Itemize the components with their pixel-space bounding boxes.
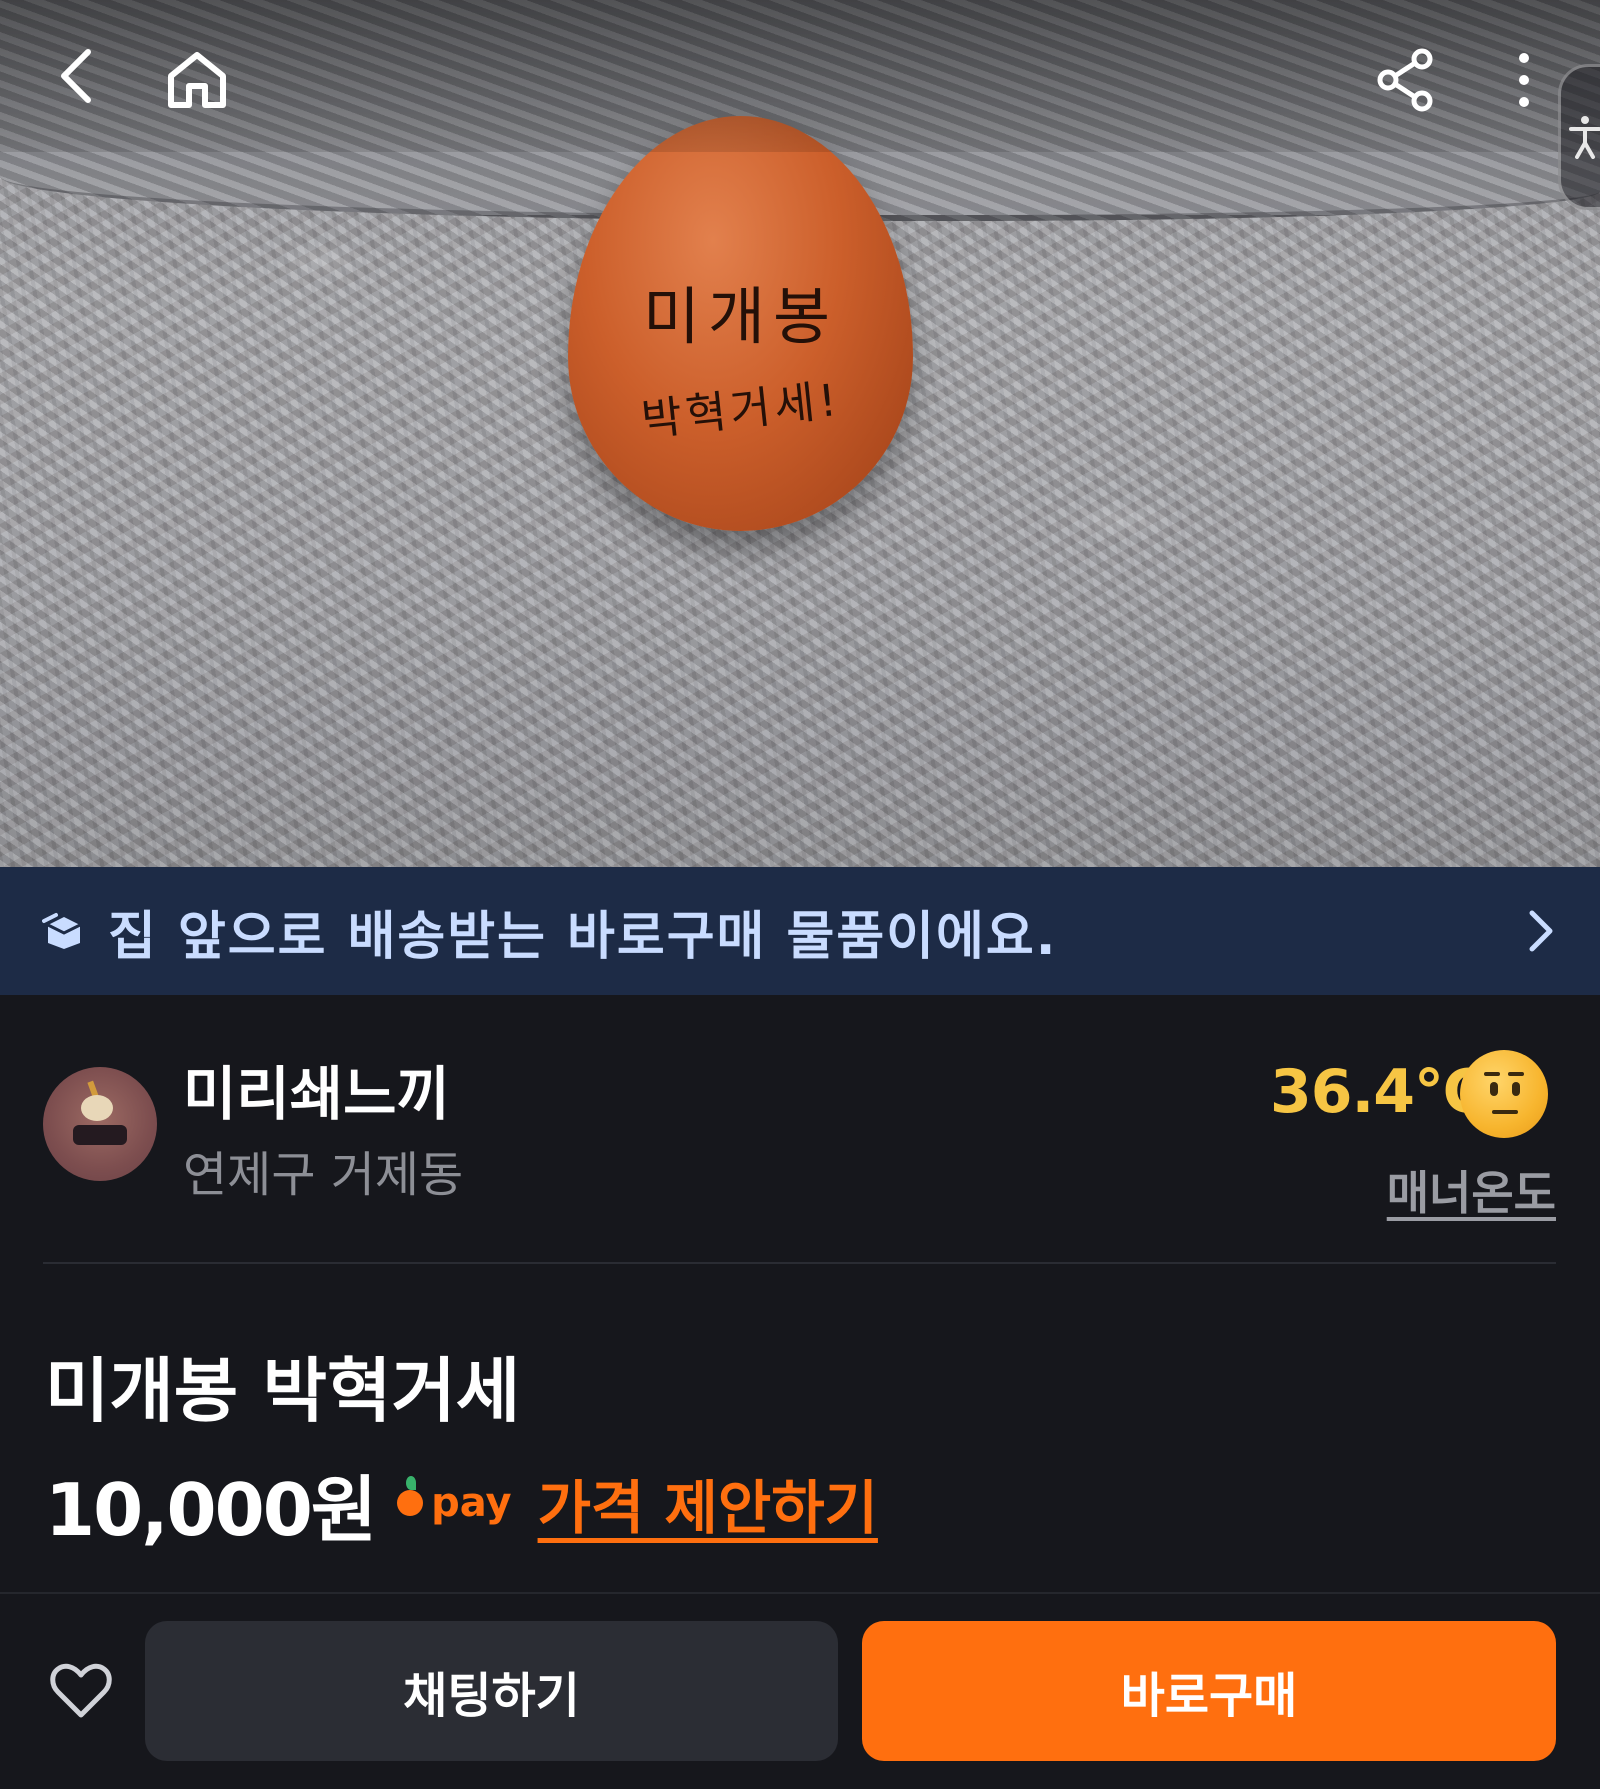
back-button[interactable]	[40, 40, 112, 112]
delivery-box-icon	[42, 909, 86, 953]
more-button[interactable]	[1500, 40, 1548, 120]
chat-button[interactable]: 채팅하기	[145, 1621, 838, 1761]
egg-handwriting-line2: 박혁거세!	[639, 374, 843, 447]
neutral-face-icon	[1460, 1050, 1548, 1138]
carrot-icon	[397, 1476, 424, 1516]
egg-handwriting-line1: 미개봉	[642, 280, 839, 353]
seller-location: 연제구 거제동	[183, 1147, 464, 1203]
banner-text: 집 앞으로 배송받는 바로구매 물품이에요.	[108, 906, 1058, 967]
divider	[43, 1262, 1556, 1264]
product-image[interactable]: 미개봉 박혁거세!	[0, 0, 1600, 867]
manner-temperature-link[interactable]: 매너온도	[1387, 1157, 1556, 1223]
more-vertical-icon	[1519, 53, 1529, 107]
like-button[interactable]	[45, 1655, 117, 1727]
seller-profile[interactable]: 미리쇄느끼 연제구 거제동 36.4℃ 매너온도	[0, 995, 1600, 1265]
share-icon	[1377, 48, 1433, 112]
price-row: 10,000원 pay 가격 제안하기	[45, 1458, 878, 1552]
price-offer-link[interactable]: 가격 제안하기	[538, 1461, 878, 1545]
bottom-bar-divider	[0, 1592, 1600, 1594]
chevron-left-icon	[61, 49, 91, 103]
accessibility-icon	[1569, 116, 1600, 159]
manner-temperature: 36.4℃	[1270, 1057, 1487, 1127]
pay-label: pay	[431, 1480, 512, 1526]
avatar[interactable]	[43, 1067, 157, 1181]
home-icon	[168, 52, 226, 108]
chevron-right-icon	[1529, 910, 1553, 952]
share-button[interactable]	[1365, 40, 1445, 120]
product-price: 10,000원	[45, 1467, 377, 1552]
home-button[interactable]	[157, 40, 237, 120]
carrot-pay-badge: pay	[397, 1476, 512, 1526]
buy-now-button[interactable]: 바로구매	[862, 1621, 1556, 1761]
accessibility-tab[interactable]	[1558, 64, 1600, 210]
product-title: 미개봉 박혁거세	[45, 1350, 521, 1432]
seller-name[interactable]: 미리쇄느끼	[183, 1047, 450, 1131]
top-bar	[0, 0, 1600, 152]
heart-outline-icon	[50, 1663, 112, 1718]
direct-purchase-banner[interactable]: 집 앞으로 배송받는 바로구매 물품이에요.	[0, 867, 1600, 995]
